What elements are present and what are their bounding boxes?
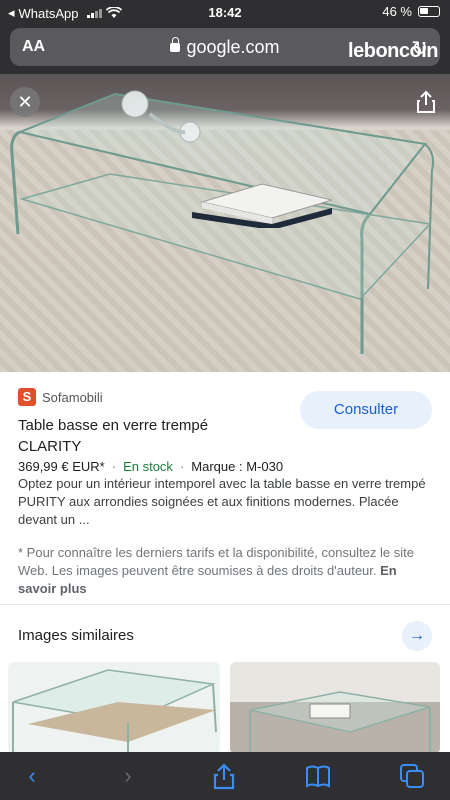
similar-images-header[interactable]: Images similaires → [0, 604, 450, 660]
tabs-icon[interactable] [398, 762, 426, 790]
source-name[interactable]: Sofamobili [42, 390, 103, 405]
stock-status: En stock [123, 459, 173, 474]
books-on-shelf [192, 183, 332, 228]
product-title-line1[interactable]: Table basse en verre trempé [18, 417, 208, 434]
url-text: google.com [186, 37, 280, 57]
separator: · [111, 459, 117, 474]
product-description: Optez pour un intérieur intemporel avec … [18, 476, 426, 527]
disclaimer: * Pour connaître les derniers tarifs et … [18, 544, 428, 598]
browser-toolbar: ‹ › [0, 752, 450, 800]
forward-icon[interactable]: › [114, 762, 142, 790]
close-button[interactable]: ✕ [10, 87, 40, 117]
price: 369,99 € EUR* [18, 459, 105, 474]
brand: Marque : M-030 [191, 459, 284, 474]
arrow-right-icon[interactable]: → [402, 621, 432, 651]
disclaimer-text: * Pour connaître les derniers tarifs et … [18, 545, 414, 578]
battery-icon [418, 6, 440, 17]
product-title-line2[interactable]: CLARITY [18, 438, 81, 455]
share-icon[interactable] [416, 90, 436, 114]
watermark-logo: leboncoin [348, 40, 438, 62]
back-icon[interactable]: ‹ [18, 762, 46, 790]
product-image[interactable]: ✕ [0, 74, 450, 372]
consult-button[interactable]: Consulter [300, 391, 432, 429]
share-icon[interactable] [210, 762, 238, 790]
lock-icon [170, 37, 181, 52]
status-right: 46 % [382, 4, 440, 19]
similar-image-thumbnail[interactable] [230, 662, 440, 754]
similar-table-2-drawing [230, 662, 440, 754]
separator: · [179, 459, 185, 474]
status-bar: ◂ WhatsApp 18:42 46 % [0, 0, 450, 26]
bookmarks-icon[interactable] [304, 762, 332, 790]
browser-header: AA google.com ↻ leboncoin [0, 26, 450, 74]
battery-percent: 46 % [382, 4, 412, 19]
similar-table-1-drawing [12, 669, 217, 754]
source-row[interactable]: S Sofamobili [18, 388, 103, 406]
product-meta: 369,99 € EUR* · En stock · Marque : M-030 [18, 459, 283, 474]
similar-images-label: Images similaires [18, 627, 134, 644]
similar-image-thumbnail[interactable] [8, 662, 220, 754]
source-logo-icon: S [18, 388, 36, 406]
product-details: S Sofamobili Consulter Table basse en ve… [0, 372, 450, 604]
